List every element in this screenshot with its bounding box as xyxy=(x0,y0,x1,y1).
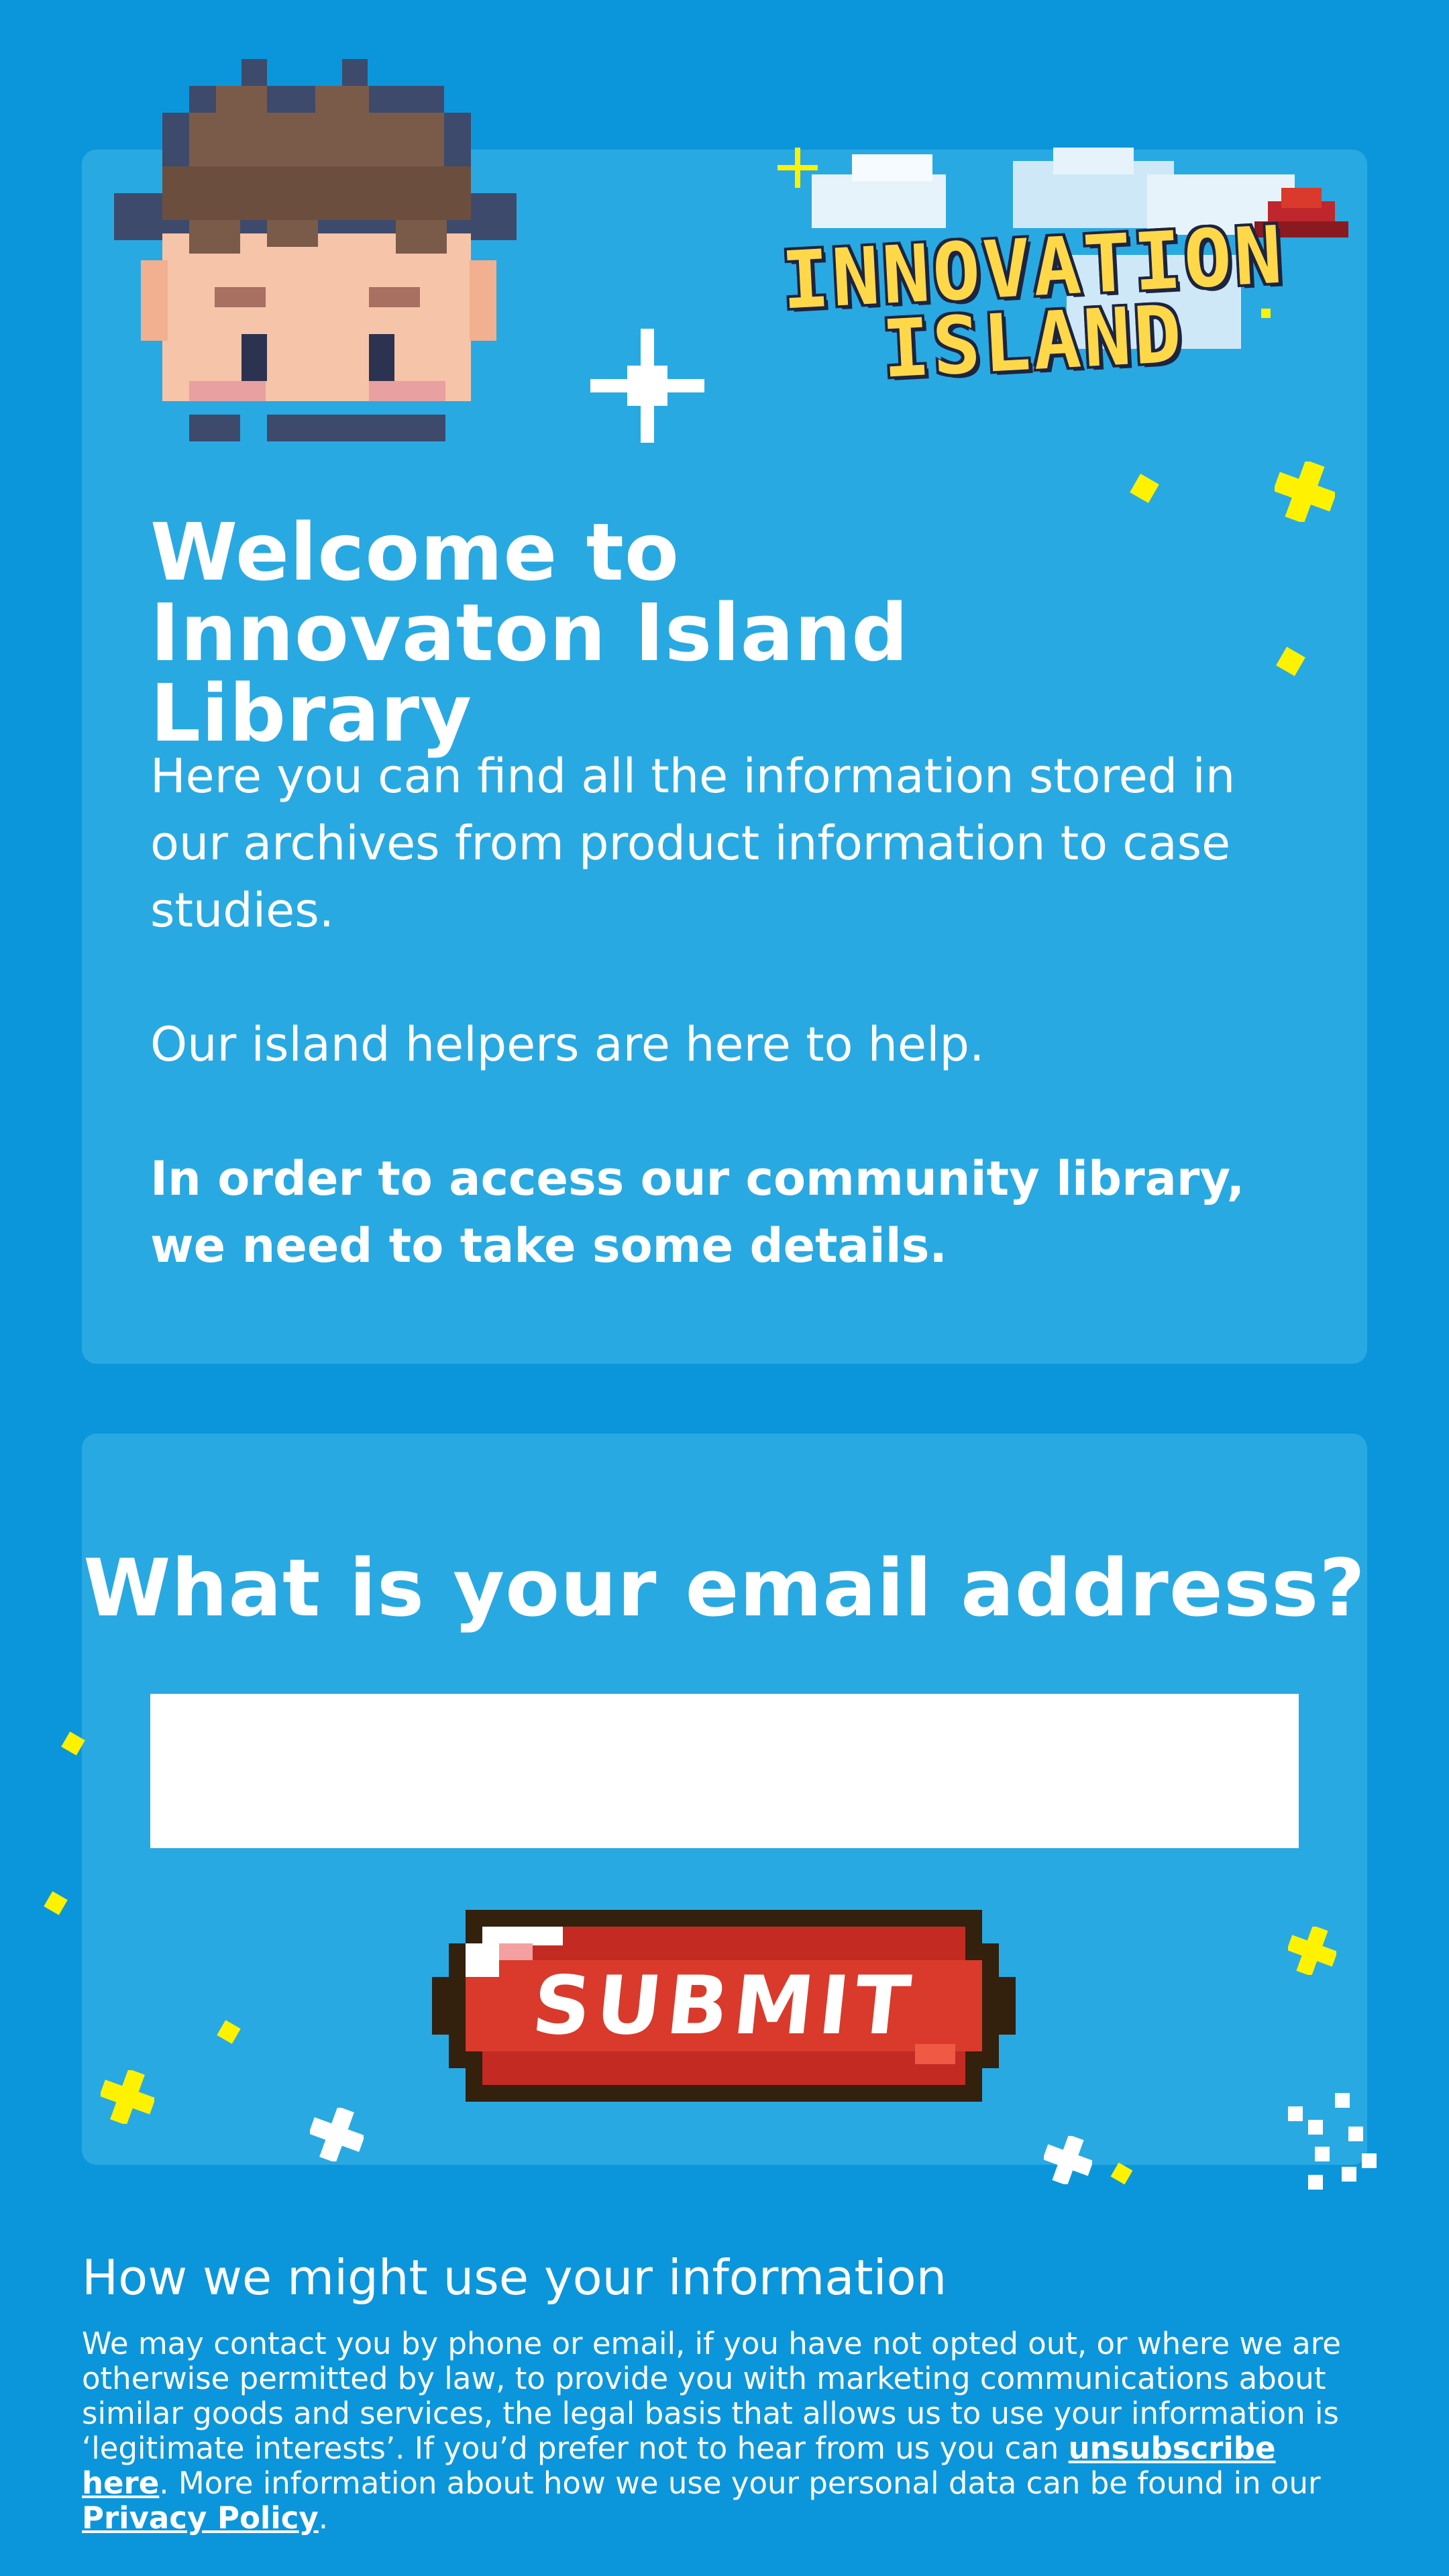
plus-sparkle-icon xyxy=(308,2106,366,2164)
sparkle-icon xyxy=(590,329,704,445)
innovation-island-logo: INNOVATION ISLAND xyxy=(718,148,1348,402)
plus-sparkle-icon xyxy=(1287,1925,1338,1978)
info-text-part: . More information about how we use your… xyxy=(159,2465,1321,2501)
sparkle-icon xyxy=(1110,2162,1133,2185)
info-text-part: . xyxy=(318,2500,329,2536)
sparkle-icon xyxy=(44,1891,68,1915)
pixel-cluster-icon xyxy=(1288,2093,1389,2196)
email-question: What is your email address? xyxy=(83,1542,1366,1634)
privacy-policy-link[interactable]: Privacy Policy xyxy=(82,2500,319,2536)
submit-label: SUBMIT xyxy=(528,1959,920,2053)
intro-paragraph: Here you can find all the information st… xyxy=(150,749,1236,938)
access-notice: In order to access our community library… xyxy=(150,1151,1245,1273)
plus-sparkle-icon xyxy=(99,2068,156,2127)
plus-sparkle-icon xyxy=(1042,2135,1093,2187)
page-title: Welcome to Innovaton Island Library xyxy=(150,506,909,759)
info-heading: How we might use your information xyxy=(82,2249,947,2306)
submit-button[interactable]: SUBMIT xyxy=(432,1910,1016,2102)
helpers-paragraph: Our island helpers are here to help. xyxy=(150,1017,985,1072)
plus-sparkle-icon xyxy=(1273,460,1337,525)
pixel-avatar-icon xyxy=(114,59,523,444)
email-field[interactable] xyxy=(150,1694,1299,1848)
info-text: We may contact you by phone or email, if… xyxy=(82,2326,1370,2536)
email-form-card: What is your email address? SUBMIT xyxy=(82,1434,1367,2165)
